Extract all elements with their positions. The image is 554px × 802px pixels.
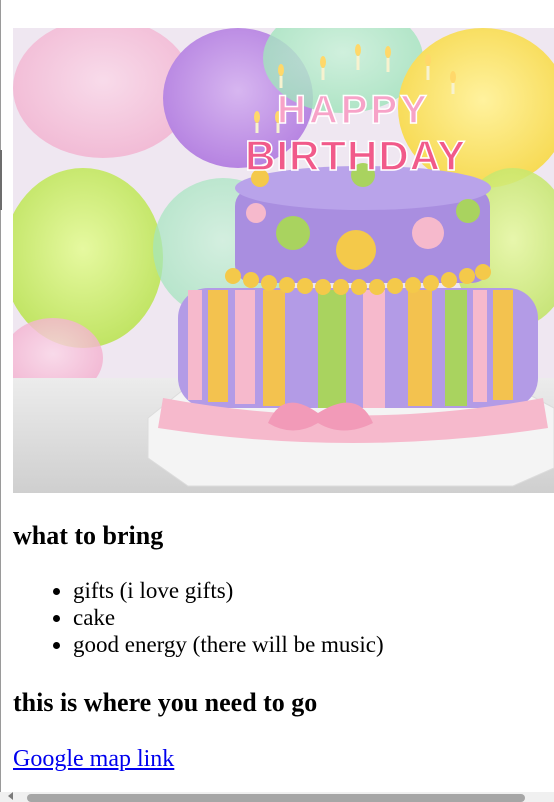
window-left-border (0, 0, 1, 802)
list-item: cake (73, 604, 554, 631)
window-left-border-accent (0, 150, 2, 210)
scroll-left-arrow-icon[interactable] (8, 792, 13, 800)
list-item: good energy (there will be music) (73, 631, 554, 658)
directions-heading: this is where you need to go (13, 688, 318, 717)
birthday-cake-image: HAPPY BIRTHDAY (13, 28, 554, 493)
page-content: HAPPY BIRTHDAY what to bring gifts (i lo… (13, 28, 554, 773)
horizontal-scrollbar[interactable] (0, 792, 554, 802)
candle-text-happy: HAPPY (277, 88, 430, 132)
what-to-bring-heading: what to bring (13, 521, 164, 550)
list-item: gifts (i love gifts) (73, 577, 554, 604)
candle-text-birthday: BIRTHDAY (245, 132, 466, 179)
scrollbar-thumb[interactable] (27, 794, 525, 802)
google-map-link[interactable]: Google map link (13, 746, 174, 773)
bring-list: gifts (i love gifts) cake good energy (t… (13, 577, 554, 658)
